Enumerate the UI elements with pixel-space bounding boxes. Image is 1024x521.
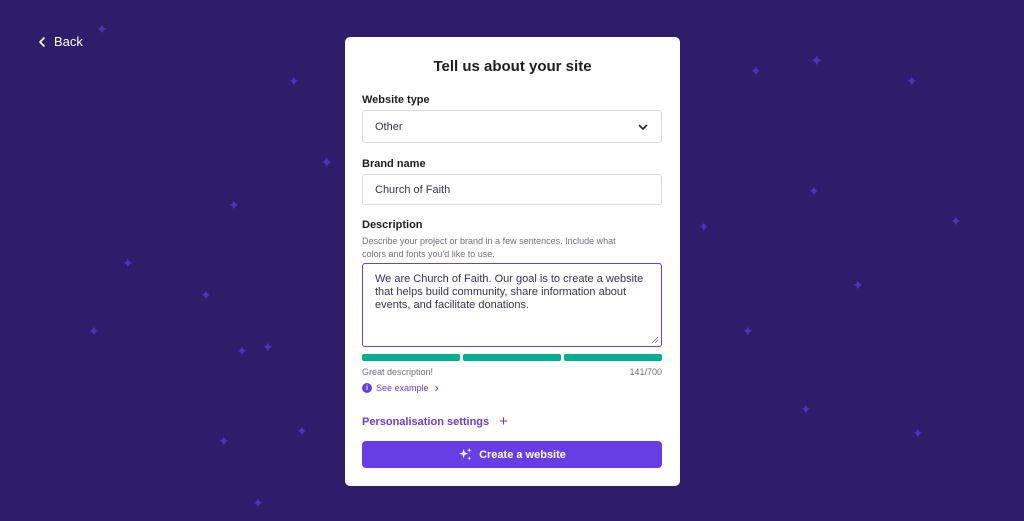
- description-quality-meter: [362, 354, 662, 361]
- star-icon: ✦: [750, 63, 762, 79]
- website-type-select[interactable]: Other: [362, 110, 662, 143]
- chevron-down-icon: [638, 124, 648, 130]
- star-icon: ✦: [742, 323, 754, 339]
- star-icon: ✦: [906, 73, 918, 89]
- create-website-button[interactable]: Create a website: [362, 441, 662, 468]
- site-info-card: Tell us about your site Website type Oth…: [345, 37, 680, 486]
- brand-name-input[interactable]: Church of Faith: [362, 174, 662, 205]
- description-textarea[interactable]: We are Church of Faith. Our goal is to c…: [362, 263, 662, 347]
- char-count: 141/700: [629, 367, 662, 377]
- personalisation-label: Personalisation settings: [362, 415, 490, 428]
- star-icon: ✦: [288, 73, 300, 89]
- meter-segment: [463, 354, 561, 361]
- resize-handle-icon[interactable]: [651, 336, 659, 344]
- star-icon: ✦: [88, 323, 100, 339]
- star-icon: ✦: [800, 401, 812, 417]
- see-example-link[interactable]: i See example: [362, 383, 663, 393]
- back-button[interactable]: Back: [36, 34, 83, 49]
- chevron-left-icon: [39, 36, 45, 47]
- star-icon: ✦: [96, 21, 108, 37]
- star-icon: ✦: [228, 197, 240, 213]
- star-icon: ✦: [236, 343, 248, 359]
- star-icon: ✦: [950, 213, 962, 229]
- description-value: We are Church of Faith. Our goal is to c…: [375, 273, 644, 311]
- meter-segment: [564, 354, 662, 361]
- sparkles-icon: [459, 447, 472, 461]
- plus-icon: +: [499, 413, 508, 430]
- star-icon: ✦: [808, 183, 820, 199]
- star-icon: ✦: [810, 53, 824, 70]
- see-example-label: See example: [376, 383, 429, 393]
- star-icon: ✦: [698, 219, 710, 235]
- star-icon: ✦: [296, 423, 308, 439]
- star-icon: ✦: [252, 495, 264, 511]
- brand-name-label: Brand name: [362, 158, 426, 170]
- page-title: Tell us about your site: [433, 58, 592, 75]
- website-type-value: Other: [375, 120, 403, 133]
- star-icon: ✦: [852, 277, 864, 293]
- star-icon: ✦: [218, 433, 230, 449]
- description-quality-label: Great description!: [362, 367, 434, 377]
- meter-info: Great description! 141/700: [362, 367, 662, 377]
- back-label: Back: [54, 34, 83, 49]
- chevron-right-icon: [434, 385, 439, 391]
- star-icon: ✦: [200, 287, 212, 303]
- website-type-label: Website type: [362, 94, 430, 106]
- personalisation-settings-toggle[interactable]: Personalisation settings +: [362, 414, 663, 429]
- star-icon: ✦: [320, 155, 334, 172]
- description-hint: Describe your project or brand in a few …: [362, 236, 616, 259]
- star-icon: ✦: [122, 255, 134, 271]
- description-label: Description: [362, 219, 423, 231]
- star-icon: ✦: [262, 339, 274, 355]
- meter-segment: [362, 354, 460, 361]
- info-icon: i: [362, 383, 372, 393]
- star-icon: ✦: [912, 425, 924, 441]
- brand-name-value: Church of Faith: [375, 183, 451, 196]
- create-website-label: Create a website: [479, 448, 566, 461]
